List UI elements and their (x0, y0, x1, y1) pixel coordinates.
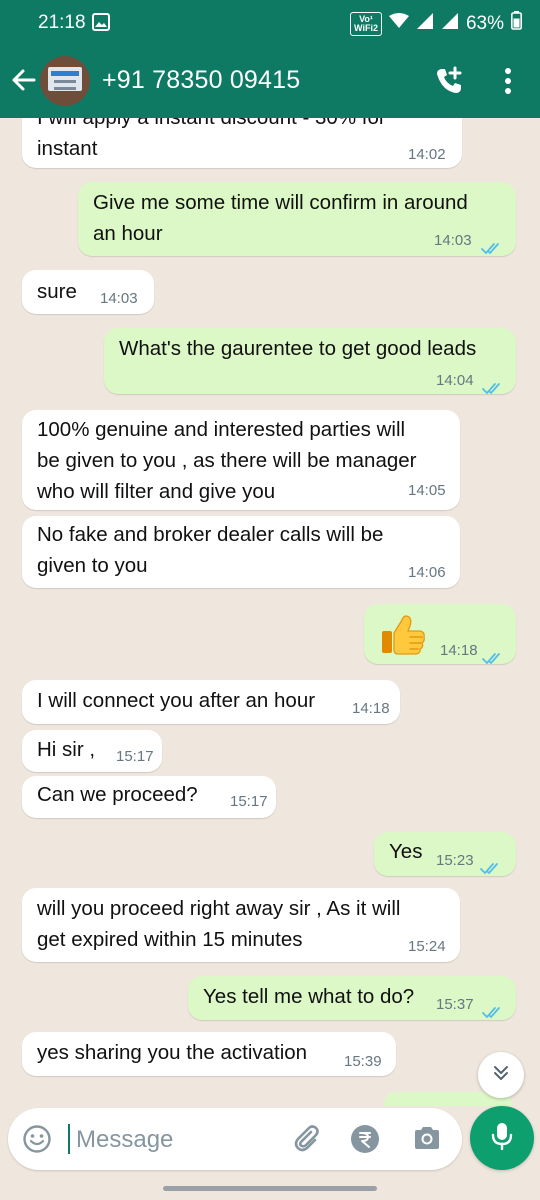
home-indicator[interactable] (163, 1186, 377, 1191)
battery-icon (511, 11, 522, 36)
message-text: an hour (93, 222, 163, 245)
message-outgoing[interactable]: Yes 15:23 (374, 832, 516, 876)
message-time: 15:39 (344, 1053, 382, 1070)
message-text: Can we proceed? (37, 783, 198, 806)
avatar[interactable] (40, 56, 90, 106)
message-text: Yes tell me what to do? (203, 985, 415, 1008)
thumbs-up-icon (380, 614, 426, 665)
message-list[interactable]: I will apply a instant discount - 30% fo… (0, 118, 540, 1100)
message-outgoing[interactable]: Give me some time will confirm in around… (78, 182, 516, 256)
signal-roaming-icon: R (441, 12, 461, 39)
message-text: Hi sir , (37, 738, 96, 761)
read-ticks-icon (482, 374, 504, 405)
message-incoming[interactable]: 100% genuine and interested parties will… (22, 410, 460, 510)
message-incoming[interactable]: will you proceed right away sir , As it … (22, 888, 460, 962)
message-incoming[interactable]: Can we proceed? 15:17 (22, 776, 276, 818)
message-time: 14:18 (440, 642, 478, 659)
text-cursor (68, 1124, 70, 1154)
camera-icon[interactable] (412, 1124, 442, 1157)
message-incoming[interactable]: yes sharing you the activation 15:39 (22, 1032, 396, 1076)
message-text: Yes (389, 840, 423, 863)
message-time: 15:37 (436, 996, 474, 1013)
wifi-icon (388, 12, 409, 35)
message-time: 14:06 (408, 564, 446, 581)
read-ticks-icon (480, 854, 502, 885)
message-text: I will connect you after an hour (37, 689, 316, 712)
emoji-icon[interactable] (22, 1124, 52, 1159)
rupee-icon[interactable] (350, 1124, 380, 1159)
message-text: Give me some time will confirm in around (93, 191, 468, 214)
add-call-icon[interactable] (434, 66, 464, 101)
message-outgoing[interactable]: What's the gaurentee to get good leads 1… (104, 328, 516, 394)
read-ticks-icon (481, 234, 503, 265)
message-text: No fake and broker dealer calls will be (37, 523, 384, 546)
voice-record-button[interactable] (470, 1106, 534, 1170)
message-time: 15:24 (408, 938, 446, 955)
message-time: 14:05 (408, 482, 446, 499)
message-text: I will apply a instant discount - 30% fo… (37, 118, 386, 133)
battery-percent: 63% (465, 12, 504, 34)
message-time: 14:03 (434, 232, 472, 249)
message-time: 15:23 (436, 852, 474, 869)
signal-icon (416, 12, 434, 36)
message-outgoing[interactable]: Yes tell me what to do? 15:37 (188, 976, 516, 1020)
message-text: What's the gaurentee to get good leads (119, 337, 477, 360)
message-text: will you proceed right away sir , As it … (37, 897, 401, 920)
message-text: 100% genuine and interested parties will (37, 418, 406, 441)
chevron-double-down-icon (491, 1063, 511, 1088)
contact-name[interactable]: +91 78350 09415 (102, 66, 300, 95)
read-ticks-icon (482, 644, 504, 675)
read-ticks-icon (482, 998, 504, 1029)
message-incoming[interactable]: No fake and broker dealer calls will be … (22, 516, 460, 588)
mic-icon (490, 1121, 514, 1156)
message-text: sure (37, 280, 77, 303)
back-arrow-icon[interactable] (10, 66, 38, 99)
scroll-to-bottom-button[interactable] (478, 1052, 524, 1098)
message-time: 14:02 (408, 146, 446, 163)
composer (8, 1108, 462, 1170)
chat-header: +91 78350 09415 (0, 46, 540, 118)
message-time: 15:17 (116, 748, 154, 765)
message-outgoing[interactable]: 14:18 (364, 604, 516, 664)
message-time: 14:03 (100, 290, 138, 307)
message-text: given to you (37, 554, 148, 577)
message-input[interactable] (74, 1120, 278, 1160)
message-text: instant (37, 137, 98, 160)
message-text: who will filter and give you (37, 480, 276, 503)
status-time: 21:18 (38, 12, 86, 33)
message-text: be given to you , as there will be manag… (37, 449, 417, 472)
message-time: 15:17 (230, 793, 268, 810)
status-bar: 21:18 Vo¹ WiFi2 R 63% (0, 0, 540, 46)
message-incoming[interactable]: I will apply a instant discount - 30% fo… (22, 118, 462, 168)
message-text: get expired within 15 minutes (37, 928, 303, 951)
volte-wifi-icon: Vo¹ WiFi2 (350, 11, 382, 36)
attach-icon[interactable] (290, 1123, 322, 1160)
message-time: 14:18 (352, 700, 390, 717)
message-incoming[interactable]: sure 14:03 (22, 270, 154, 314)
message-incoming[interactable]: I will connect you after an hour 14:18 (22, 680, 400, 724)
gallery-icon (92, 13, 110, 37)
message-incoming[interactable]: Hi sir , 15:17 (22, 730, 162, 772)
message-time: 14:04 (436, 372, 474, 389)
message-text: yes sharing you the activation (37, 1041, 308, 1064)
more-vert-icon[interactable] (500, 66, 516, 101)
